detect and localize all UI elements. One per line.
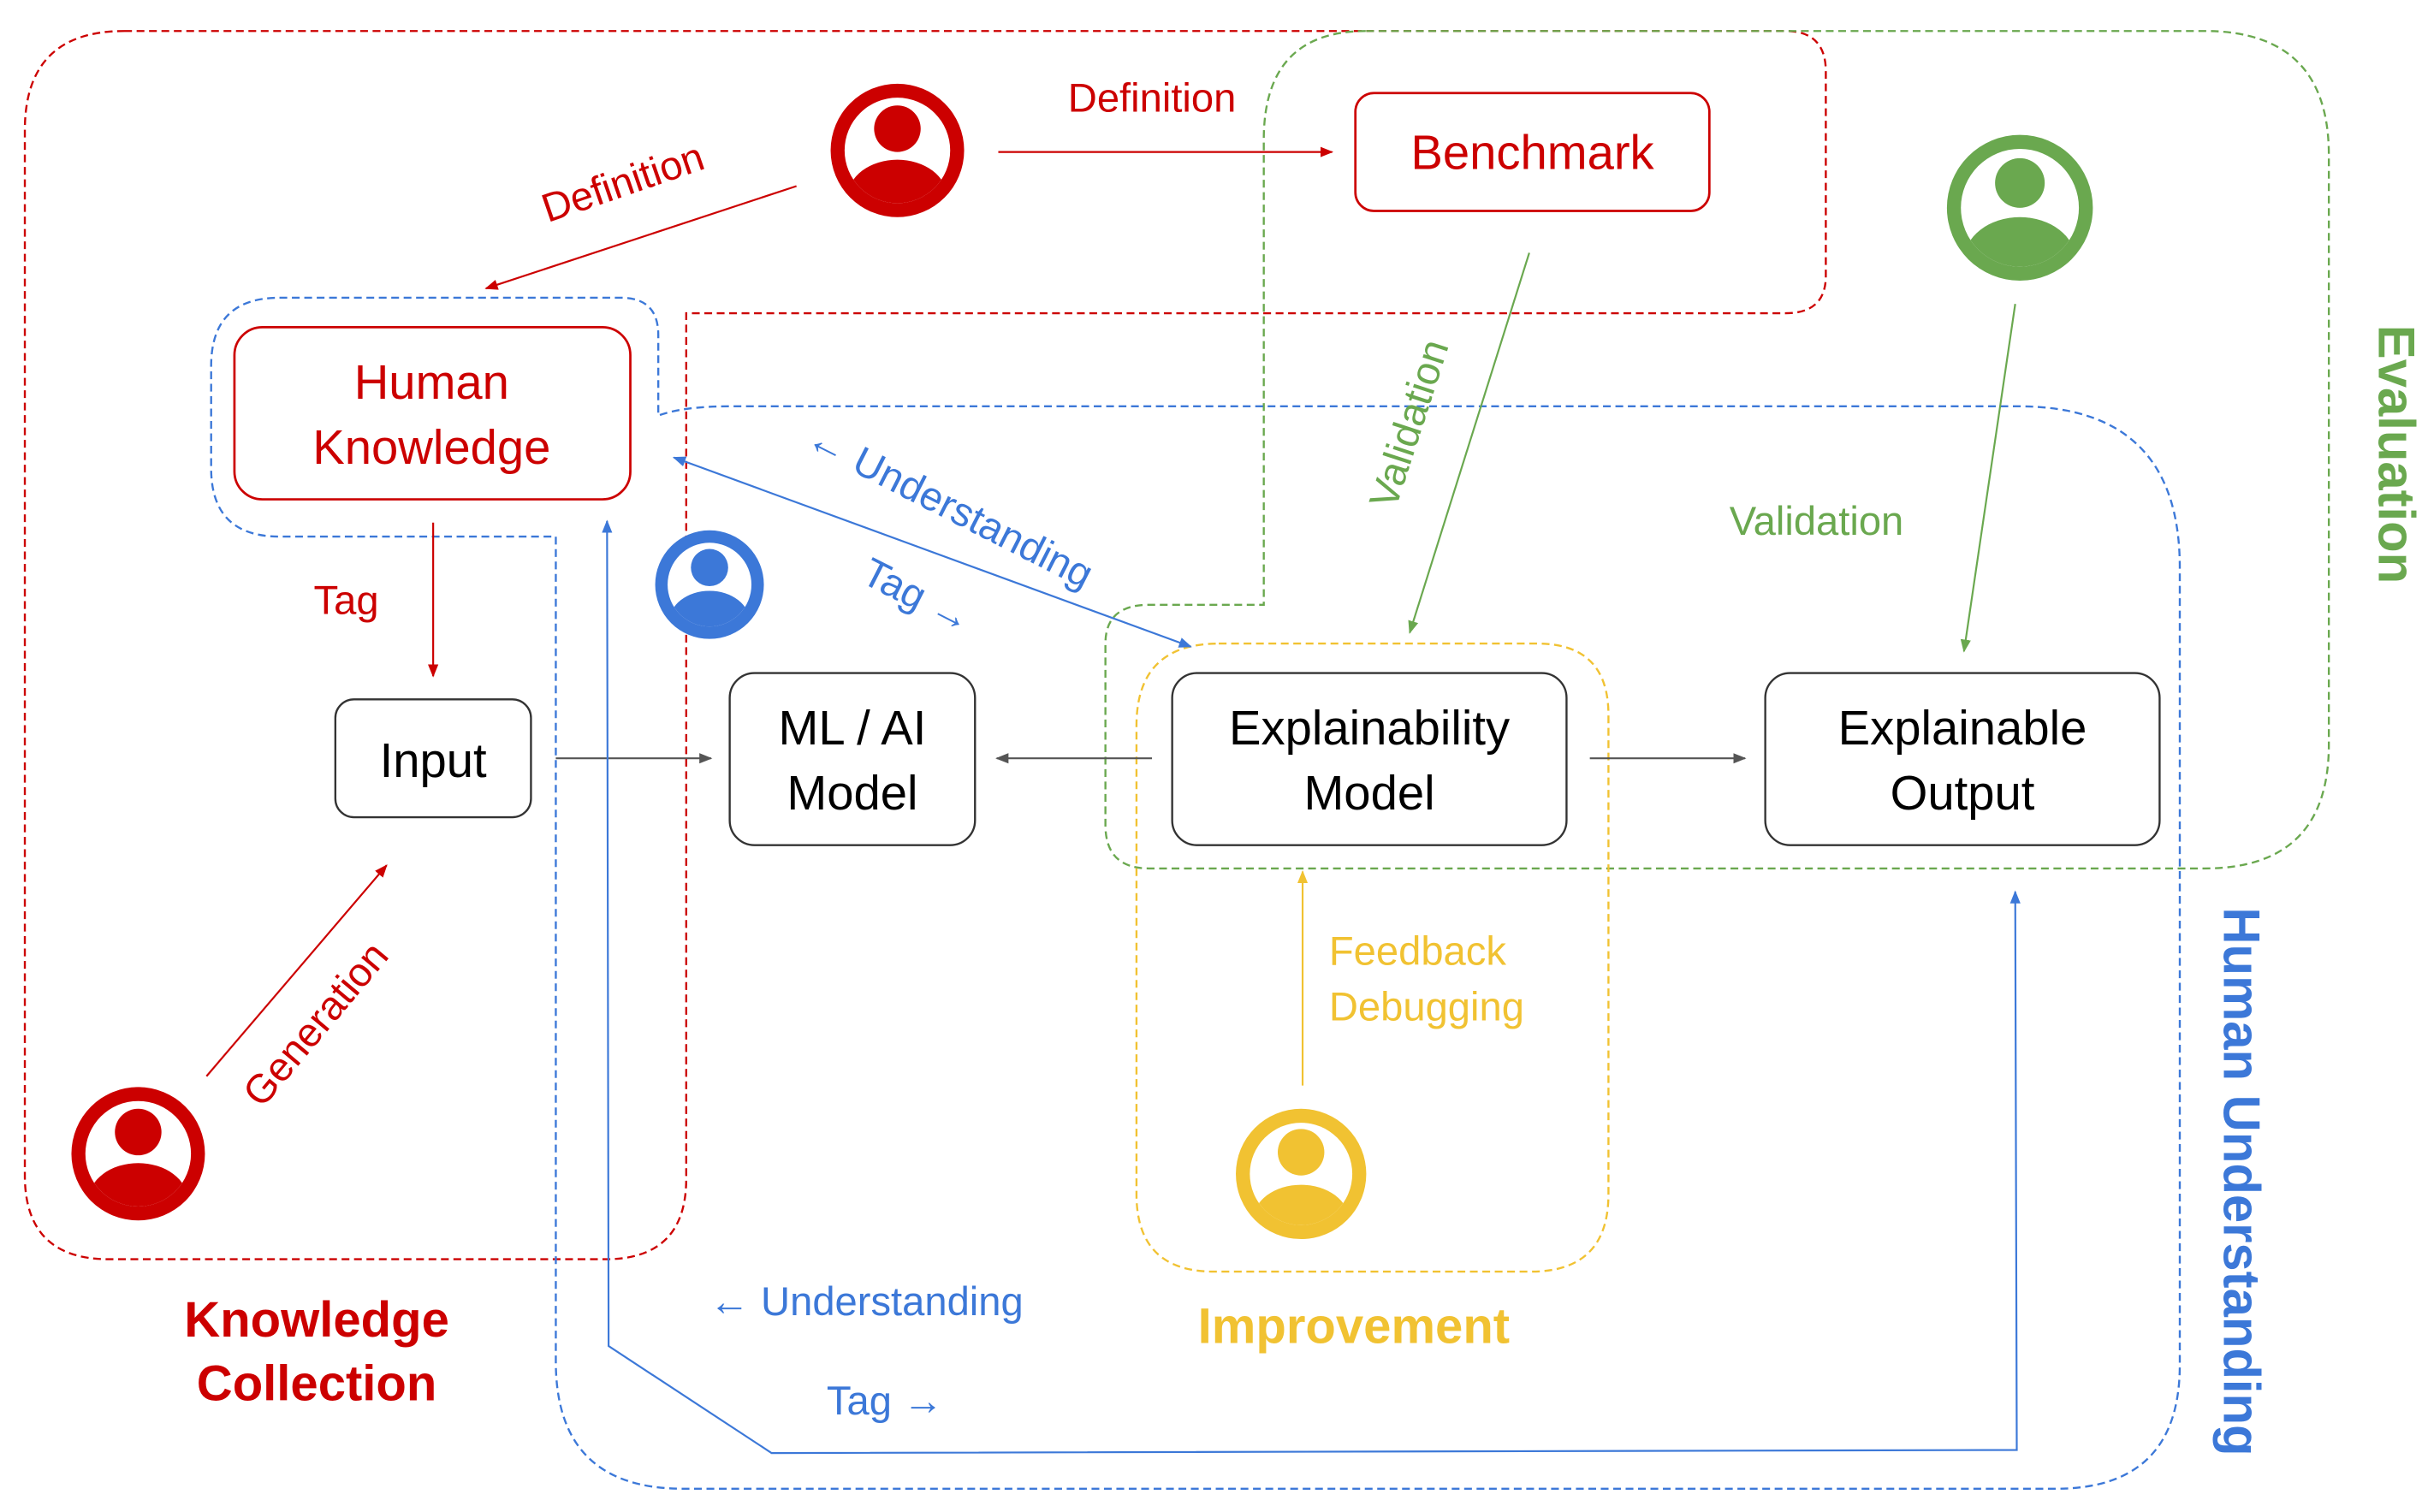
explainability-model-line2: Model bbox=[1303, 766, 1434, 820]
ml-model-line2: Model bbox=[787, 766, 917, 820]
label-tag-input: Tag bbox=[314, 578, 379, 623]
explainable-output-line1: Explainable bbox=[1838, 701, 2087, 755]
label-understanding-bottom: ← Understanding bbox=[709, 1278, 1024, 1324]
user-circle-icon-evaluator bbox=[1946, 134, 2093, 282]
user-circle-icon-definer bbox=[830, 83, 965, 217]
node-benchmark[interactable]: Benchmark bbox=[1354, 92, 1711, 212]
node-input[interactable]: Input bbox=[334, 698, 532, 819]
input-label: Input bbox=[380, 733, 487, 787]
group-label-improvement: Improvement bbox=[1198, 1298, 1510, 1354]
user-circle-icon-generator bbox=[71, 1087, 205, 1221]
xai-human-in-the-loop-diagram: Human Knowledge Benchmark Input ML / AI … bbox=[23, 30, 2422, 1490]
node-explainable-output[interactable]: Explainable Output bbox=[1764, 672, 2161, 846]
label-debugging: Debugging bbox=[1329, 984, 1524, 1029]
node-ml-ai-model[interactable]: ML / AI Model bbox=[728, 672, 977, 846]
benchmark-label: Benchmark bbox=[1410, 126, 1654, 180]
explainability-model-line1: Explainability bbox=[1229, 701, 1510, 755]
label-understanding-diagonal: ← Understanding bbox=[800, 414, 1101, 597]
label-generation: Generation bbox=[234, 933, 397, 1115]
arrow-benchmark-validation bbox=[1408, 252, 1530, 634]
node-human-knowledge[interactable]: Human Knowledge bbox=[233, 326, 632, 501]
label-feedback: Feedback bbox=[1329, 928, 1506, 973]
label-definition-benchmark: Definition bbox=[1068, 75, 1237, 121]
group-label-evaluation: Evaluation bbox=[2368, 325, 2422, 584]
label-validation-benchmark: Validation bbox=[1360, 334, 1457, 513]
user-circle-icon-understander bbox=[655, 530, 764, 639]
label-validation-output: Validation bbox=[1730, 498, 1904, 543]
group-label-human-understanding: Human Understanding bbox=[2212, 907, 2270, 1456]
label-definition-human-knowledge: Definition bbox=[536, 133, 709, 231]
human-knowledge-line1: Human bbox=[354, 355, 509, 409]
explainable-output-line2: Output bbox=[1891, 766, 2035, 820]
group-label-knowledge-collection-line1: Knowledge bbox=[184, 1292, 449, 1348]
label-tag-bottom: Tag → bbox=[827, 1378, 943, 1423]
user-circle-icon-improver bbox=[1236, 1108, 1367, 1240]
arrow-definition-to-human-knowledge bbox=[484, 185, 797, 290]
arrow-evaluator-validation bbox=[1960, 304, 2016, 653]
human-knowledge-line2: Knowledge bbox=[312, 420, 550, 474]
node-explainability-model[interactable]: Explainability Model bbox=[1171, 672, 1568, 846]
ml-model-line1: ML / AI bbox=[779, 701, 927, 755]
group-label-knowledge-collection-line2: Collection bbox=[197, 1356, 437, 1412]
